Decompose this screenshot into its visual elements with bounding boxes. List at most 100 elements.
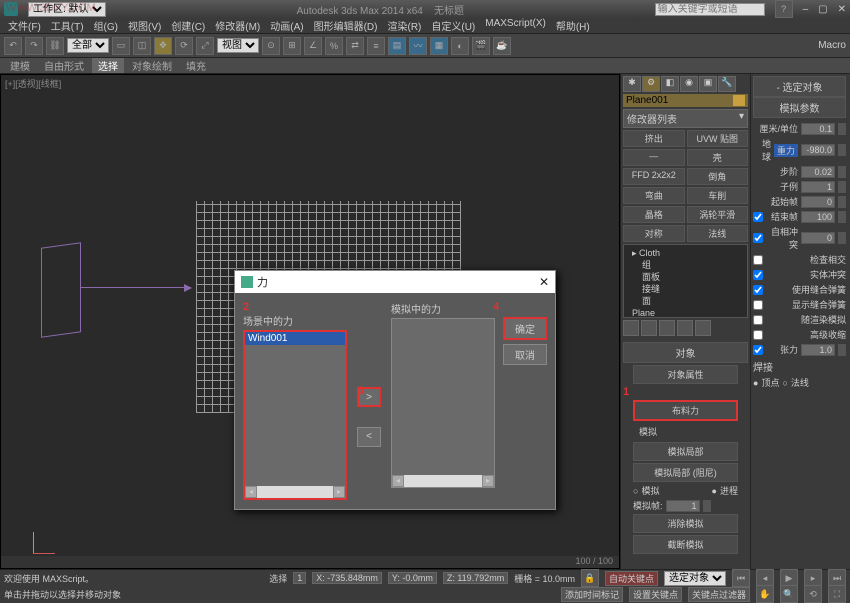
select-region-icon[interactable]: ◫ [133,37,151,55]
tab-motion-icon[interactable]: ◉ [680,76,698,92]
modifier-preset-button[interactable]: 晶格 [623,206,685,223]
spinner-icon[interactable] [838,344,846,356]
stack-sub[interactable]: 面 [626,295,745,307]
coord-z[interactable]: Z: 119.792mm [443,572,508,584]
list-item[interactable]: Wind001 [245,332,345,345]
param-checkbox[interactable] [753,212,763,222]
spinner-icon[interactable] [838,232,846,244]
curve-editor-icon[interactable]: 〰 [409,37,427,55]
schematic-icon[interactable]: ▦ [430,37,448,55]
maximize-icon[interactable]: ⛶ [828,585,846,603]
ribbon-tab[interactable]: 对象绘制 [126,58,178,73]
spinner-icon[interactable] [838,123,846,135]
rollout-selected[interactable]: - 选定对象 [753,76,846,97]
zoom-icon[interactable]: 🔍 [780,585,798,603]
keyfilter-button[interactable]: 关键点过滤器 [688,587,750,602]
help-icon[interactable]: ? [775,0,793,18]
move-left-button[interactable]: < [357,427,381,447]
undo-icon[interactable]: ↶ [4,37,22,55]
object-name-field[interactable]: Plane001 [623,94,748,107]
layer-icon[interactable]: ▤ [388,37,406,55]
render-setup-icon[interactable]: 🎬 [472,37,490,55]
scale-icon[interactable]: ⤢ [196,37,214,55]
param-value[interactable]: 0 [801,232,835,244]
snap-icon[interactable]: ⊞ [283,37,301,55]
modifier-preset-button[interactable]: 对称 [623,225,685,242]
pan-icon[interactable]: ✋ [756,585,774,603]
modifier-preset-button[interactable]: 车削 [687,187,749,204]
spinner-icon[interactable] [838,196,846,208]
param-value[interactable]: 100 [801,211,835,223]
tab-utilities-icon[interactable]: 🔧 [718,76,736,92]
menu-item[interactable]: 文件(F) [4,18,45,33]
modifier-preset-button[interactable]: 挤出 [623,130,685,147]
scene-forces-list[interactable]: Wind001 ◂▸ [243,330,347,500]
param-checkbox[interactable] [753,285,763,295]
rollout-object[interactable]: 对象 [623,342,748,363]
setkey-button[interactable]: 设置关键点 [629,587,682,602]
clear-sim-button[interactable]: 消除模拟 [633,514,738,533]
weld-radio2[interactable]: ○ [782,378,787,388]
sim-local-damp-button[interactable]: 模拟局部 (阻尼) [633,463,738,482]
param-checkbox[interactable] [753,315,763,325]
truncate-sim-button[interactable]: 截断模拟 [633,535,738,554]
sim-frames-value[interactable]: 1 [666,500,700,512]
ribbon-tab[interactable]: 建模 [4,58,36,73]
modifier-preset-button[interactable]: 倒角 [687,168,749,185]
percent-snap-icon[interactable]: % [325,37,343,55]
menu-item[interactable]: 动画(A) [266,18,307,33]
param-checkbox[interactable] [753,300,763,310]
keymode-dropdown[interactable]: 选定对象 [664,571,726,586]
menu-item[interactable]: 自定义(U) [427,18,479,33]
window-close-icon[interactable]: ✕ [838,4,846,15]
ribbon-tab[interactable]: 自由形式 [38,58,90,73]
menu-item[interactable]: 帮助(H) [552,18,594,33]
sim-radio1[interactable]: ○ [633,486,638,496]
dialog-titlebar[interactable]: 力 ✕ [235,271,555,293]
window-max-icon[interactable]: ▢ [818,4,827,15]
ribbon-tab[interactable]: 填充 [180,58,212,73]
menu-item[interactable]: 渲染(R) [383,18,425,33]
render-icon[interactable]: ☕ [493,37,511,55]
scrollbar[interactable]: ◂▸ [245,486,345,498]
scrollbar[interactable]: ◂▸ [392,475,494,487]
mirror-icon[interactable]: ⇄ [346,37,364,55]
stack-item[interactable]: Plane [626,307,745,318]
param-checkbox[interactable] [753,255,763,265]
refcoord-dropdown[interactable]: 视图 [217,38,259,53]
remove-mod-icon[interactable] [677,320,693,336]
modifier-list-dropdown[interactable]: 修改器列表▾ [623,109,748,128]
menu-item[interactable]: 工具(T) [47,18,88,33]
config-icon[interactable] [695,320,711,336]
angle-snap-icon[interactable]: ∠ [304,37,322,55]
redo-icon[interactable]: ↷ [25,37,43,55]
rollout-simparams[interactable]: 模拟参数 [753,97,846,118]
modifier-preset-button[interactable]: UVW 贴图 [687,130,749,147]
unique-icon[interactable] [659,320,675,336]
tab-hierarchy-icon[interactable]: ◧ [661,76,679,92]
spinner-icon[interactable] [838,144,846,156]
param-value[interactable]: 1.0 [801,344,835,356]
stack-sub[interactable]: 组 [626,259,745,271]
param-value[interactable]: 0.1 [801,123,835,135]
stack-item[interactable]: ▸ Cloth [626,247,745,259]
pivot-icon[interactable]: ⊙ [262,37,280,55]
material-icon[interactable]: ◐ [451,37,469,55]
pin-stack-icon[interactable] [623,320,639,336]
cancel-button[interactable]: 取消 [503,344,547,365]
modifier-preset-button[interactable]: FFD 2x2x2 [623,168,685,185]
spinner-icon[interactable] [703,500,711,512]
addtime-button[interactable]: 添加时间标记 [561,587,623,602]
modifier-stack[interactable]: ▸ Cloth 组 面板 接缝 面 Plane [623,244,748,318]
color-swatch[interactable] [733,95,745,106]
modifier-preset-button[interactable]: 壳 [687,149,749,166]
spinner-icon[interactable] [838,181,846,193]
sim-local-button[interactable]: 模拟局部 [633,442,738,461]
menu-item[interactable]: 组(G) [90,18,122,33]
cloth-forces-button[interactable]: 布料力 [633,400,738,421]
autokey-button[interactable]: 自动关键点 [605,571,658,586]
param-value[interactable]: 0 [801,196,835,208]
goto-start-icon[interactable]: ⏮ [732,569,750,587]
lock-icon[interactable]: 🔒 [581,569,599,587]
select-icon[interactable]: ▭ [112,37,130,55]
